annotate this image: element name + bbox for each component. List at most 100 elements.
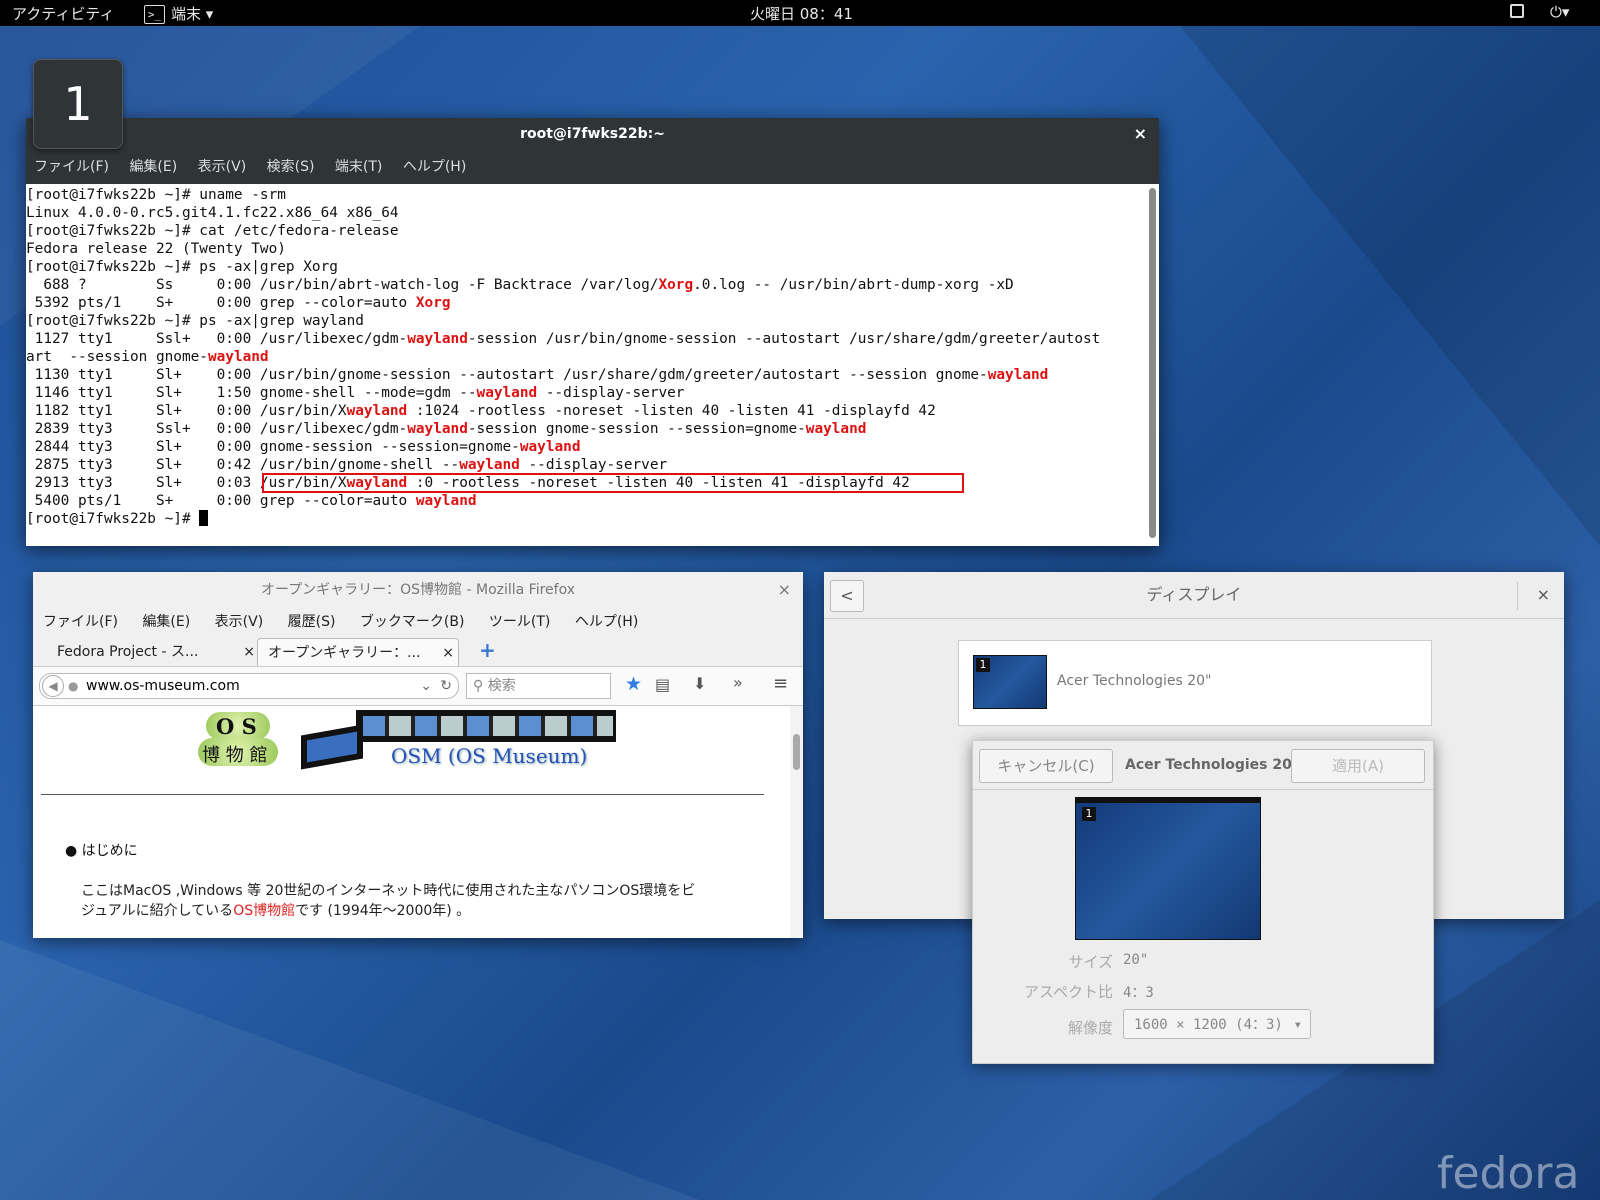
terminal-text: 1130 tty1 Sl+ 0:00 /usr/bin/gnome-sessio… [26,367,988,383]
terminal-text: 1146 tty1 Sl+ 1:50 gnome-shell --mode=gd… [26,385,477,401]
tab-fedora-project[interactable]: Fedora Project - ス... × [37,638,257,666]
firefox-menubar: ファイル(F) 編集(E) 表示(V) 履歴(S) ブックマーク(B) ツール(… [33,608,803,636]
tab-label: Fedora Project - ス... [57,644,199,660]
terminal-line: art --session gnome-wayland [26,348,269,366]
dropdown-arrow-icon[interactable]: ⌄ [420,674,432,698]
size-label: サイズ [1068,953,1113,971]
menu-help[interactable]: ヘルプ(H) [403,159,466,175]
menu-view[interactable]: 表示(V) [198,159,247,175]
menu-help[interactable]: ヘルプ(H) [575,614,638,630]
monitor-dialog-header: キャンセル(C) Acer Technologies 20" 適用(A) [973,741,1433,790]
terminal-line: 1127 tty1 Ssl+ 0:00 /usr/libexec/gdm-way… [26,330,1101,348]
menu-file[interactable]: ファイル(F) [34,159,109,175]
terminal-scrollbar[interactable] [1149,188,1156,538]
close-icon[interactable]: × [778,572,791,608]
reload-icon[interactable]: ↻ [440,674,452,698]
terminal-text: [root@i7fwks22b ~]# ps -ax|grep Xorg [26,259,338,275]
terminal-line: 1130 tty1 Sl+ 0:00 /usr/bin/gnome-sessio… [26,366,1049,384]
apply-button[interactable]: 適用(A) [1291,749,1425,783]
workspace-number[interactable]: 1 [33,59,123,149]
close-icon[interactable]: × [1537,572,1550,618]
tab-open-gallery[interactable]: オープンギャラリー：... × [257,638,459,667]
terminal-line: 2875 tty3 Sl+ 0:42 /usr/bin/gnome-shell … [26,456,668,474]
new-tab-button[interactable]: + [479,638,496,662]
terminal-text: Linux 4.0.0-0.rc5.git4.1.fc22.x86_64 x86… [26,205,399,221]
menu-edit[interactable]: 編集(E) [129,159,177,175]
terminal-line: [root@i7fwks22b ~]# ps -ax|grep Xorg [26,258,338,276]
bookmarks-list-icon[interactable]: ▤ [655,675,670,694]
close-icon[interactable]: × [442,639,454,667]
terminal-line: 1182 tty1 Sl+ 0:00 /usr/bin/Xwayland :10… [26,402,936,420]
bookmark-star-icon[interactable]: ★ [625,673,642,695]
os-museum-logo[interactable]: O S 博 物 館 [198,712,278,766]
hamburger-menu-icon[interactable]: ≡ [773,673,788,694]
activities-button[interactable]: アクティビティ [12,3,114,24]
terminal-text: 2839 tty3 Ssl+ 0:00 /usr/libexec/gdm- [26,421,408,437]
terminal-line: [root@i7fwks22b ~]# cat /etc/fedora-rele… [26,222,399,240]
cancel-button[interactable]: キャンセル(C) [979,749,1113,783]
terminal-menubar: ファイル(F) 編集(E) 表示(V) 検索(S) 端末(T) ヘルプ(H) [26,150,1159,184]
terminal-line: 688 ? Ss 0:00 /usr/bin/abrt-watch-log -F… [26,276,1014,294]
url-bar[interactable]: ◀ ● www.os-museum.com ⌄ ↻ [39,673,459,699]
terminal-text: :1024 -rootless -noreset -listen 40 -lis… [407,403,936,419]
terminal-text: .0.log -- /usr/bin/abrt-dump-xorg -xD [693,277,1014,293]
monitor-name: Acer Technologies 20" [1057,673,1212,689]
terminal-text: art --session gnome- [26,349,208,365]
menu-terminal[interactable]: 端末(T) [335,159,382,175]
monitor-dialog-title: Acer Technologies 20" [1125,757,1300,773]
download-icon[interactable]: ⬇ [693,674,706,693]
monitor-preview[interactable]: 1 [1075,797,1261,940]
close-icon[interactable]: × [1134,118,1147,150]
menu-view[interactable]: 表示(V) [215,614,264,630]
menu-search[interactable]: 検索(S) [267,159,315,175]
menu-bookmarks[interactable]: ブックマーク(B) [360,614,465,630]
resolution-value: 1600 × 1200 (4：3) [1134,1017,1283,1033]
menu-file[interactable]: ファイル(F) [43,614,118,630]
terminal-titlebar[interactable]: root@i7fwks22b:~ × [26,118,1159,150]
overflow-chevron-icon[interactable]: » [733,673,743,692]
close-icon[interactable]: × [243,638,255,666]
tab-strip: Fedora Project - ス... × オープンギャラリー：... × … [33,636,803,667]
match-highlight: wayland [987,367,1049,383]
terminal-line: Fedora release 22 (Twenty Two) [26,240,286,258]
menu-edit[interactable]: 編集(E) [142,614,190,630]
back-arrow-icon[interactable]: ◀ [42,675,64,697]
power-icon[interactable]: ⏻▾ [1550,3,1569,21]
search-icon: ⚲ [473,678,484,694]
terminal-icon: >_ [144,5,165,24]
film-strip-banner[interactable]: OSM (OS Museum) [301,710,617,770]
match-highlight: Xorg [415,295,451,311]
terminal-text: [root@i7fwks22b ~]# [26,511,200,527]
paragraph-text: ジュアルに紹介している [81,903,234,919]
terminal-line: 5392 pts/1 S+ 0:00 grep --color=auto Xor… [26,294,451,312]
scrollbar-thumb[interactable] [793,734,800,770]
search-placeholder: 検索 [487,678,516,694]
back-button[interactable]: < [830,580,864,612]
firefox-window[interactable]: オープンギャラリー：OS博物館 - Mozilla Firefox × ファイル… [33,572,803,938]
resolution-select[interactable]: 1600 × 1200 (4：3) ▾ [1123,1009,1311,1039]
intro-link[interactable]: はじめに [82,843,138,859]
app-menu-label: 端末 [171,5,202,23]
globe-icon: ● [68,679,79,693]
url-text[interactable]: www.os-museum.com [86,674,240,698]
match-highlight: wayland [459,457,520,473]
chevron-down-icon: ▾ [1293,1017,1302,1033]
menu-history[interactable]: 履歴(S) [288,614,336,630]
clock[interactable]: 火曜日 08：41 [750,3,853,24]
page-scrollbar[interactable] [790,706,803,938]
monitor-dialog[interactable]: キャンセル(C) Acer Technologies 20" 適用(A) 1 サ… [972,740,1434,1064]
match-highlight: wayland [476,385,538,401]
terminal-text: 5392 pts/1 S+ 0:00 grep --color=auto [26,295,416,311]
menu-tools[interactable]: ツール(T) [489,614,550,630]
monitor-number: 1 [976,658,990,672]
window-icon[interactable] [1510,4,1524,18]
firefox-titlebar[interactable]: オープンギャラリー：OS博物館 - Mozilla Firefox × [33,572,803,608]
aspect-ratio-label: アスペクト比 [1024,983,1113,1001]
monitor-list-item[interactable]: 1 Acer Technologies 20" [958,640,1432,726]
banner-title: OSM (OS Museum) [391,744,588,768]
terminal-cursor [199,510,209,526]
app-menu[interactable]: >_ 端末 ▾ [144,3,213,24]
os-museum-link[interactable]: OS博物館 [233,903,295,919]
search-bar[interactable]: ⚲ 検索 [466,673,611,699]
terminal-text: [root@i7fwks22b ~]# uname -srm [26,187,286,203]
